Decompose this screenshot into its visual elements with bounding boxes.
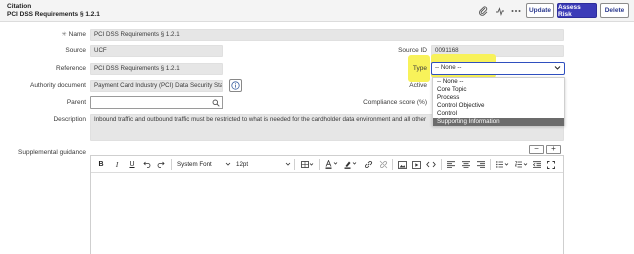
type-select-value: -- None -- xyxy=(435,64,462,71)
name-label: ✳ Name xyxy=(61,31,86,38)
source-field: UCF xyxy=(90,45,223,57)
toolbar-divider xyxy=(441,159,442,170)
italic-button[interactable]: I xyxy=(112,159,122,170)
supplemental-guidance-editor[interactable]: B I U System Font 12pt xyxy=(90,155,564,254)
type-option-supporting-information[interactable]: Supporting Information xyxy=(433,118,564,126)
toolbar-divider xyxy=(319,159,320,170)
info-icon[interactable] xyxy=(229,79,242,92)
chevron-down-icon xyxy=(225,161,231,169)
fullscreen-icon[interactable] xyxy=(546,159,556,170)
highlight-color-icon[interactable] xyxy=(342,159,358,170)
name-field[interactable]: PCI DSS Requirements § 1.2.1 xyxy=(90,29,564,41)
authority-document-field: Payment Card Industry (PCI) Data Securit… xyxy=(90,80,223,92)
record-subtitle: PCI DSS Requirements § 1.2.1 xyxy=(7,11,100,18)
align-right-icon[interactable] xyxy=(476,159,486,170)
parent-label: Parent xyxy=(66,99,86,106)
reference-field: PCI DSS Requirements § 1.2.1 xyxy=(90,63,223,75)
font-family-select[interactable]: System Font xyxy=(177,159,231,170)
toolbar-divider xyxy=(294,159,295,170)
type-option-none[interactable]: -- None -- xyxy=(433,78,564,86)
type-option-control[interactable]: Control xyxy=(433,110,564,118)
type-option-control-objective[interactable]: Control Objective xyxy=(433,102,564,110)
source-id-label: Source ID xyxy=(398,47,427,54)
type-dropdown-list: -- None -- Core Topic Process Control Ob… xyxy=(432,77,565,126)
toolbar-divider xyxy=(171,159,172,170)
compliance-score-label: Compliance score (%) xyxy=(363,99,427,106)
outdent-icon[interactable] xyxy=(532,159,542,170)
type-select[interactable]: -- None -- xyxy=(431,62,565,75)
update-button[interactable]: Update xyxy=(526,3,554,18)
numbered-list-icon[interactable] xyxy=(514,159,529,170)
font-family-value: System Font xyxy=(177,161,212,168)
type-option-core-topic[interactable]: Core Topic xyxy=(433,86,564,94)
active-label: Active xyxy=(409,82,427,89)
zoom-in-button[interactable]: + xyxy=(546,145,561,154)
editor-toolbar: B I U System Font 12pt xyxy=(91,156,563,173)
bullet-list-icon[interactable] xyxy=(495,159,510,170)
reference-label: Reference xyxy=(56,65,86,72)
mandatory-star-icon: ✳ xyxy=(61,32,67,38)
zoom-out-button[interactable]: − xyxy=(529,145,544,154)
toolbar-divider xyxy=(392,159,393,170)
source-label: Source xyxy=(65,47,86,54)
link-icon[interactable] xyxy=(363,159,373,170)
bold-button[interactable]: B xyxy=(96,159,106,170)
more-options-icon[interactable] xyxy=(510,5,522,17)
authority-document-label: Authority document xyxy=(29,82,86,89)
redo-icon[interactable] xyxy=(156,159,166,170)
supplemental-guidance-label: Supplemental guidance xyxy=(18,149,86,156)
underline-button[interactable]: U xyxy=(127,159,137,170)
text-color-icon[interactable] xyxy=(323,159,339,170)
code-icon[interactable] xyxy=(425,159,437,170)
assess-risk-button[interactable]: Assess Risk xyxy=(557,3,597,18)
video-icon[interactable] xyxy=(411,159,421,170)
chevron-down-icon xyxy=(554,64,561,75)
toolbar-divider xyxy=(490,159,491,170)
image-icon[interactable] xyxy=(397,159,407,170)
activity-icon[interactable] xyxy=(494,5,506,17)
delete-button[interactable]: Delete xyxy=(600,3,629,18)
type-option-process[interactable]: Process xyxy=(433,94,564,102)
chevron-down-icon xyxy=(285,161,291,169)
unlink-icon[interactable] xyxy=(378,159,388,170)
description-label: Description xyxy=(53,116,86,123)
type-label: Type xyxy=(412,65,427,72)
align-left-icon[interactable] xyxy=(446,159,456,170)
font-size-value: 12pt xyxy=(236,161,249,168)
font-size-select[interactable]: 12pt xyxy=(236,159,291,170)
form-header: Citation PCI DSS Requirements § 1.2.1 Up… xyxy=(0,0,634,22)
align-center-icon[interactable] xyxy=(461,159,471,170)
undo-icon[interactable] xyxy=(142,159,152,170)
table-icon[interactable] xyxy=(299,159,315,170)
search-icon[interactable] xyxy=(209,96,223,109)
attachment-icon[interactable] xyxy=(477,5,489,17)
parent-field[interactable] xyxy=(90,96,210,109)
form-title: Citation xyxy=(7,3,32,10)
